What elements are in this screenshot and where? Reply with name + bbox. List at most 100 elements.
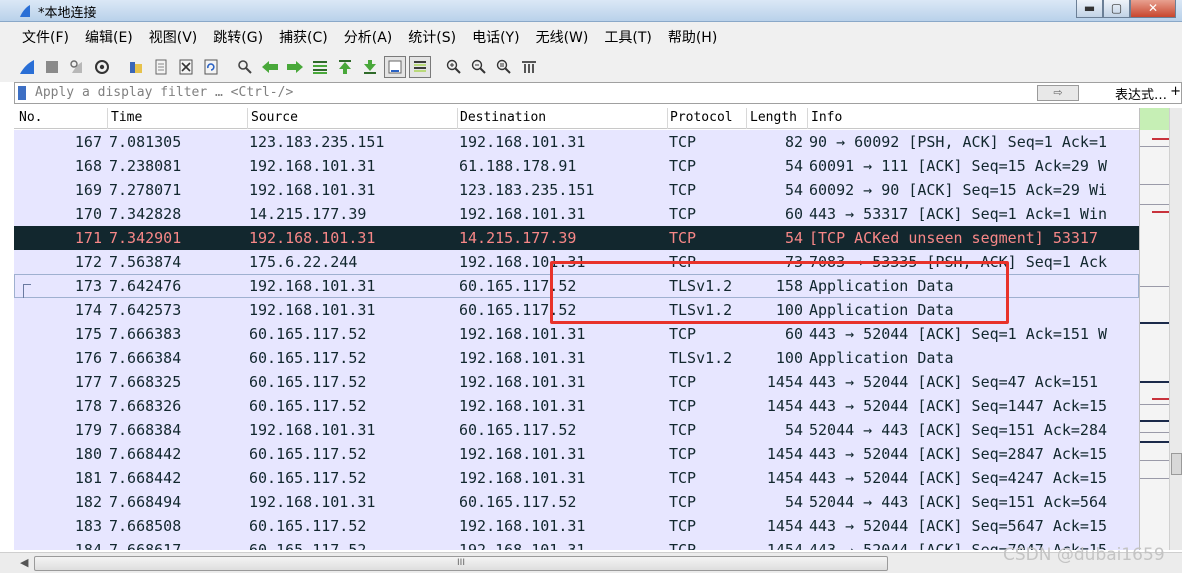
packet-info: 52044 → 443 [ACK] Seq=151 Ack=564 bbox=[809, 493, 1108, 511]
file-icon[interactable] bbox=[150, 56, 172, 78]
shark-fin-start-icon[interactable] bbox=[16, 56, 38, 78]
packet-no: 182 bbox=[74, 493, 102, 511]
open-folder-icon[interactable] bbox=[125, 56, 147, 78]
display-filter-input[interactable]: Apply a display filter … <Ctrl-/> bbox=[35, 85, 293, 100]
close-button[interactable]: ✕ bbox=[1130, 0, 1176, 18]
maximize-button[interactable]: ▢ bbox=[1103, 0, 1130, 18]
packet-row[interactable]: 169 7.278071 192.168.101.31 123.183.235.… bbox=[14, 178, 1139, 202]
packet-row[interactable]: 182 7.668494 192.168.101.31 60.165.117.5… bbox=[14, 490, 1139, 514]
packet-row[interactable]: 167 7.081305 123.183.235.151 192.168.101… bbox=[14, 130, 1139, 154]
packet-destination: 192.168.101.31 bbox=[459, 205, 586, 223]
packet-info: Application Data bbox=[809, 349, 954, 367]
column-divider[interactable] bbox=[667, 108, 668, 129]
packet-row[interactable]: 181 7.668442 60.165.117.52 192.168.101.3… bbox=[14, 466, 1139, 490]
packet-list[interactable]: 167 7.081305 123.183.235.151 192.168.101… bbox=[14, 130, 1139, 550]
packet-time: 7.238081 bbox=[109, 157, 182, 175]
column-divider[interactable] bbox=[107, 108, 108, 129]
first-packet-icon[interactable] bbox=[334, 56, 356, 78]
packet-row[interactable]: 176 7.666384 60.165.117.52 192.168.101.3… bbox=[14, 346, 1139, 370]
back-arrow-icon[interactable] bbox=[259, 56, 281, 78]
packet-info: 443 → 52044 [ACK] Seq=1447 Ack=15 bbox=[809, 397, 1108, 415]
search-icon[interactable] bbox=[234, 56, 256, 78]
packet-time: 7.668442 bbox=[109, 469, 182, 487]
column-header-source[interactable]: Source bbox=[251, 110, 298, 125]
last-packet-icon[interactable] bbox=[359, 56, 381, 78]
packet-row[interactable]: 184 7.668617 60.165.117.52 192.168.101.3… bbox=[14, 538, 1139, 550]
horizontal-scroll-thumb[interactable]: III bbox=[34, 556, 888, 571]
packet-row[interactable]: 170 7.342828 14.215.177.39 192.168.101.3… bbox=[14, 202, 1139, 226]
menu-statistics[interactable]: 统计(S) bbox=[400, 27, 464, 47]
expression-button[interactable]: 表达式… bbox=[1115, 84, 1167, 103]
menu-file[interactable]: 文件(F) bbox=[14, 27, 77, 47]
packet-protocol: TCP bbox=[669, 445, 697, 463]
menu-edit[interactable]: 编辑(E) bbox=[77, 27, 141, 47]
packet-row[interactable]: 168 7.238081 192.168.101.31 61.188.178.9… bbox=[14, 154, 1139, 178]
packet-row[interactable]: 179 7.668384 192.168.101.31 60.165.117.5… bbox=[14, 418, 1139, 442]
zoom-in-icon[interactable] bbox=[443, 56, 465, 78]
column-header-no[interactable]: No. bbox=[19, 110, 42, 125]
packet-destination: 192.168.101.31 bbox=[459, 325, 586, 343]
packet-row[interactable]: 178 7.668326 60.165.117.52 192.168.101.3… bbox=[14, 394, 1139, 418]
add-filter-button[interactable]: + bbox=[1170, 84, 1181, 99]
packet-source: 192.168.101.31 bbox=[249, 229, 376, 247]
column-divider[interactable] bbox=[247, 108, 248, 129]
options-gear-icon[interactable] bbox=[91, 56, 113, 78]
column-divider[interactable] bbox=[746, 108, 747, 129]
column-header-info[interactable]: Info bbox=[811, 110, 842, 125]
colorize-icon[interactable] bbox=[409, 56, 431, 78]
zoom-out-icon[interactable] bbox=[468, 56, 490, 78]
packet-time: 7.668617 bbox=[109, 541, 182, 550]
menu-capture[interactable]: 捕获(C) bbox=[271, 27, 336, 47]
packet-destination: 192.168.101.31 bbox=[459, 541, 586, 550]
column-header-length[interactable]: Length bbox=[750, 110, 797, 125]
packet-length: 1454 bbox=[766, 517, 803, 535]
resize-columns-icon[interactable] bbox=[518, 56, 540, 78]
zoom-normal-icon[interactable] bbox=[493, 56, 515, 78]
vertical-scrollbar[interactable] bbox=[1169, 108, 1182, 550]
packet-row[interactable]: 183 7.668508 60.165.117.52 192.168.101.3… bbox=[14, 514, 1139, 538]
column-header-protocol[interactable]: Protocol bbox=[670, 110, 733, 125]
packet-time: 7.668442 bbox=[109, 445, 182, 463]
autoscroll-icon[interactable] bbox=[384, 56, 406, 78]
packet-source: 60.165.117.52 bbox=[249, 349, 367, 367]
packet-row[interactable]: 171 7.342901 192.168.101.31 14.215.177.3… bbox=[14, 226, 1139, 250]
close-file-icon[interactable] bbox=[175, 56, 197, 78]
stop-icon[interactable] bbox=[41, 56, 63, 78]
packet-protocol: TCP bbox=[669, 469, 697, 487]
menu-help[interactable]: 帮助(H) bbox=[660, 27, 725, 47]
packet-no: 180 bbox=[74, 445, 102, 463]
packet-no: 177 bbox=[74, 373, 102, 391]
forward-arrow-icon[interactable] bbox=[284, 56, 306, 78]
scroll-left-arrow-icon[interactable]: ◀ bbox=[20, 556, 28, 569]
main-toolbar bbox=[0, 52, 1182, 82]
packet-destination: 192.168.101.31 bbox=[459, 469, 586, 487]
menu-go[interactable]: 跳转(G) bbox=[205, 27, 271, 47]
vertical-scroll-thumb[interactable] bbox=[1171, 453, 1182, 475]
packet-info: 443 → 52044 [ACK] Seq=4247 Ack=15 bbox=[809, 469, 1108, 487]
packet-minimap[interactable] bbox=[1139, 108, 1170, 550]
goto-packet-icon[interactable] bbox=[309, 56, 331, 78]
minimize-button[interactable]: ▬ bbox=[1076, 0, 1103, 18]
menu-view[interactable]: 视图(V) bbox=[141, 27, 206, 47]
watermark: CSDN @dubai1659 bbox=[1003, 545, 1165, 565]
column-header-time[interactable]: Time bbox=[111, 110, 142, 125]
column-divider[interactable] bbox=[807, 108, 808, 129]
reload-icon[interactable] bbox=[200, 56, 222, 78]
packet-row[interactable]: 175 7.666383 60.165.117.52 192.168.101.3… bbox=[14, 322, 1139, 346]
apply-filter-button[interactable]: ⇨ bbox=[1037, 85, 1079, 101]
menu-analyze[interactable]: 分析(A) bbox=[336, 27, 401, 47]
packet-row[interactable]: 177 7.668325 60.165.117.52 192.168.101.3… bbox=[14, 370, 1139, 394]
column-header-destination[interactable]: Destination bbox=[460, 110, 546, 125]
toolbar-separator bbox=[225, 56, 231, 78]
menu-telephony[interactable]: 电话(Y) bbox=[464, 27, 527, 47]
filter-bookmark-icon[interactable] bbox=[18, 86, 26, 100]
packet-row[interactable]: 180 7.668442 60.165.117.52 192.168.101.3… bbox=[14, 442, 1139, 466]
packet-protocol: TCP bbox=[669, 133, 697, 151]
menu-tools[interactable]: 工具(T) bbox=[596, 27, 659, 47]
restart-icon[interactable] bbox=[66, 56, 88, 78]
minimap-mark bbox=[1152, 138, 1170, 140]
menu-wireless[interactable]: 无线(W) bbox=[528, 27, 597, 47]
packet-destination: 192.168.101.31 bbox=[459, 397, 586, 415]
packet-info: 443 → 52044 [ACK] Seq=47 Ack=151 bbox=[809, 373, 1098, 391]
column-divider[interactable] bbox=[457, 108, 458, 129]
